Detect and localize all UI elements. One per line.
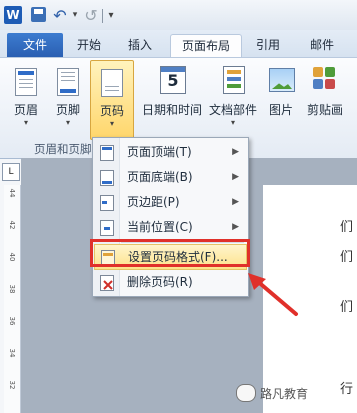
tab-file[interactable]: 文件 bbox=[7, 33, 63, 57]
submenu-arrow-icon: ▶ bbox=[232, 222, 239, 232]
vertical-ruler[interactable]: 44 42 40 38 36 34 32 bbox=[4, 185, 21, 413]
qat-separator bbox=[102, 9, 103, 23]
chevron-down-icon: ▾ bbox=[65, 118, 70, 127]
ribbon-tabs: 文件 开始 插入 页面布局 引用 邮件 bbox=[0, 30, 357, 58]
quick-parts-label: 文档部件 bbox=[208, 103, 257, 117]
word-logo-icon[interactable]: W bbox=[4, 6, 22, 24]
footer-label: 页脚 bbox=[55, 103, 80, 117]
menu-item-remove-page-numbers[interactable]: 删除页码(R) bbox=[94, 270, 247, 294]
menu-item-label: 页边距(P) bbox=[127, 195, 180, 209]
menu-item-label: 页面顶端(T) bbox=[127, 145, 192, 159]
calendar-icon: 5 bbox=[160, 66, 186, 94]
date-time-label: 日期和时间 bbox=[141, 103, 202, 117]
submenu-arrow-icon: ▶ bbox=[232, 172, 239, 182]
chevron-down-icon: ▾ bbox=[23, 118, 28, 127]
document-text: 行 bbox=[340, 382, 354, 397]
clip-art-label: 剪贴画 bbox=[306, 103, 343, 117]
current-position-icon bbox=[100, 220, 114, 236]
document-text: 们 bbox=[340, 300, 354, 315]
menu-item-label: 页面底端(B) bbox=[127, 170, 193, 184]
footer-icon bbox=[57, 68, 79, 96]
ruler-number: 38 bbox=[8, 284, 16, 294]
header-label: 页眉 bbox=[13, 103, 38, 117]
clip-art-icon bbox=[313, 67, 337, 91]
date-time-button[interactable]: 5 日期和时间 bbox=[140, 60, 204, 142]
menu-item-label: 当前位置(C) bbox=[127, 220, 193, 234]
ruler-number: 40 bbox=[8, 252, 16, 262]
tab-page-layout[interactable]: 页面布局 bbox=[170, 34, 242, 58]
document-text: 们 bbox=[340, 250, 354, 265]
redo-icon[interactable]: ↺ bbox=[84, 6, 98, 25]
menu-item-top-of-page[interactable]: 页面顶端(T) ▶ bbox=[94, 140, 247, 164]
wechat-logo-icon bbox=[236, 384, 256, 402]
tab-insert[interactable]: 插入 bbox=[120, 34, 160, 57]
tab-mailings[interactable]: 邮件 bbox=[300, 34, 344, 57]
ruler-number: 32 bbox=[8, 380, 16, 390]
highlight-box bbox=[90, 239, 250, 267]
undo-dropdown-icon[interactable]: ▾ bbox=[71, 6, 79, 24]
page-margins-icon bbox=[100, 195, 114, 211]
submenu-arrow-icon: ▶ bbox=[232, 147, 239, 157]
chevron-down-icon: ▾ bbox=[230, 118, 235, 127]
menu-item-current-position[interactable]: 当前位置(C) ▶ bbox=[94, 215, 247, 239]
remove-page-numbers-icon bbox=[100, 275, 114, 291]
undo-icon[interactable]: ↶ bbox=[52, 6, 68, 25]
top-of-page-icon bbox=[100, 145, 114, 161]
clip-art-button[interactable]: 剪贴画 bbox=[302, 60, 348, 142]
document-text: 们 bbox=[340, 220, 354, 235]
page-number-icon bbox=[101, 69, 123, 97]
footer-button[interactable]: 页脚 ▾ bbox=[48, 60, 88, 142]
title-bar: W ↶ ▾ ↺ ▾ bbox=[0, 0, 357, 31]
quick-parts-button[interactable]: 文档部件 ▾ bbox=[205, 60, 261, 142]
red-arrow-icon bbox=[248, 273, 298, 316]
ruler-number: 44 bbox=[8, 188, 16, 198]
chevron-down-icon: ▾ bbox=[109, 119, 114, 128]
page-number-menu: 页面顶端(T) ▶ 页面底端(B) ▶ 页边距(P) ▶ 当前位置(C) ▶ 设… bbox=[92, 137, 249, 297]
tab-references[interactable]: 引用 bbox=[246, 34, 290, 57]
watermark-text: 路凡教育 bbox=[260, 387, 309, 401]
page-number-button[interactable]: 页码 ▾ bbox=[90, 60, 134, 140]
picture-button[interactable]: 图片 bbox=[262, 60, 300, 142]
menu-item-bottom-of-page[interactable]: 页面底端(B) ▶ bbox=[94, 165, 247, 189]
ruler-number: 36 bbox=[8, 316, 16, 326]
ruler-number: 34 bbox=[8, 348, 16, 358]
picture-icon bbox=[269, 68, 295, 92]
ruler-tab-selector[interactable]: L bbox=[2, 163, 20, 181]
page-number-label: 页码 bbox=[99, 104, 124, 118]
menu-item-label: 删除页码(R) bbox=[127, 275, 193, 289]
ruler-number: 42 bbox=[8, 220, 16, 230]
save-icon[interactable] bbox=[31, 7, 46, 22]
customize-qat-icon[interactable]: ▾ bbox=[106, 6, 116, 24]
tab-home[interactable]: 开始 bbox=[67, 34, 111, 57]
header-icon bbox=[15, 68, 37, 96]
header-button[interactable]: 页眉 ▾ bbox=[6, 60, 46, 142]
bottom-of-page-icon bbox=[100, 170, 114, 186]
menu-item-page-margins[interactable]: 页边距(P) ▶ bbox=[94, 190, 247, 214]
submenu-arrow-icon: ▶ bbox=[232, 197, 239, 207]
quick-parts-icon bbox=[223, 66, 245, 94]
picture-label: 图片 bbox=[268, 103, 293, 117]
